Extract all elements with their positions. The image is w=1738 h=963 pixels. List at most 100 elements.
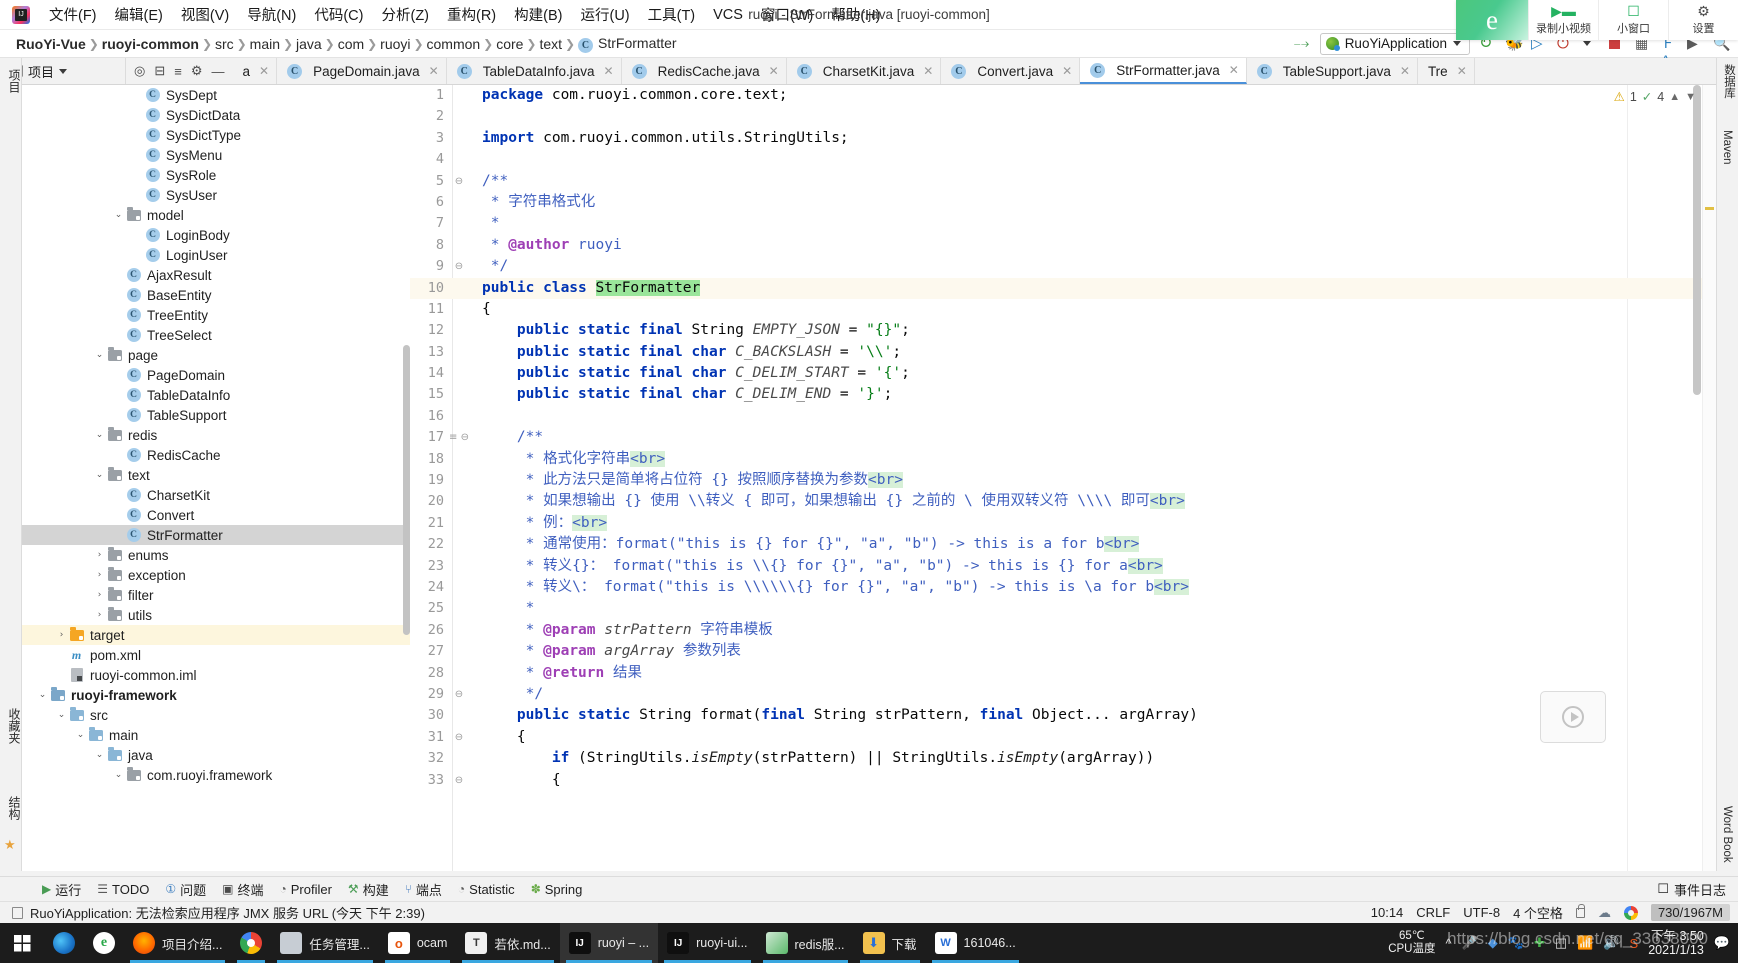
code-line-31[interactable]: 31 ⊖ { [410, 727, 1716, 748]
bottom-tool--[interactable]: ⚒ 构建 [340, 879, 397, 900]
tree-item-charsetkit[interactable]: ·C CharsetKit [22, 485, 410, 505]
battery-icon[interactable]: ◫ [1555, 935, 1567, 951]
chevron-down-icon[interactable]: ⌄ [93, 470, 106, 480]
line-number[interactable]: 11 [410, 299, 446, 320]
indent-setting[interactable]: 4 个空格 [1513, 903, 1563, 922]
tree-item-loginbody[interactable]: ·C LoginBody [22, 225, 410, 245]
bottom-tool-statistic[interactable]: ◔ Statistic [450, 881, 523, 898]
editor-tab-6[interactable]: C StrFormatter.java ✕ [1080, 58, 1247, 84]
locate-icon[interactable]: ◎ [134, 63, 145, 79]
code-line-32[interactable]: 32 if (StringUtils.isEmpty(strPattern) |… [410, 748, 1716, 769]
tree-item-strformatter[interactable]: ·C StrFormatter [22, 525, 410, 545]
tree-item-sysmenu[interactable]: ·C SysMenu [22, 145, 410, 165]
chevron-down-icon[interactable]: ⌄ [93, 350, 106, 360]
tree-item-loginuser[interactable]: ·C LoginUser [22, 245, 410, 265]
tree-item-exception[interactable]: › exception [22, 565, 410, 585]
bottom-tool--[interactable]: ① 问题 [157, 879, 214, 900]
breadcrumb-item-4[interactable]: java [294, 36, 324, 52]
editor-tab-3[interactable]: C RedisCache.java ✕ [621, 58, 787, 84]
favorites-star-icon[interactable]: ★ [4, 837, 16, 853]
code-editor[interactable]: 1 package com.ruoyi.common.core.text; 2 3 i… [410, 85, 1716, 871]
tree-item-sysdictdata[interactable]: ·C SysDictData [22, 105, 410, 125]
line-number[interactable]: 30 [410, 705, 446, 726]
taskbar-item-8[interactable]: IJ ruoyi-ui... [658, 923, 756, 963]
line-number[interactable]: 6 [410, 192, 446, 213]
line-number[interactable]: 33 [410, 770, 446, 791]
recorder-settings-button[interactable]: ⚙ 设置 [1668, 0, 1738, 40]
tree-scrollbar[interactable] [403, 345, 410, 635]
code-line-10[interactable]: 10 public class StrFormatter [410, 277, 1716, 299]
code-line-2[interactable]: 2 [410, 106, 1716, 127]
small-window-button[interactable]: ☐ 小窗口 [1598, 0, 1668, 40]
code-line-28[interactable]: 28 * @return 结果 [410, 663, 1716, 684]
bottom-tool-profiler[interactable]: ◔ Profiler [271, 881, 339, 898]
stripe-marker[interactable] [1705, 207, 1714, 210]
bottom-tool-spring[interactable]: ✽ Spring [523, 881, 591, 898]
caret-position[interactable]: 10:14 [1371, 905, 1404, 920]
chevron-right-icon[interactable]: › [55, 630, 68, 640]
chevron-right-icon[interactable]: › [93, 590, 106, 600]
line-number[interactable]: 22 [410, 534, 446, 555]
inspection-widget[interactable]: ⚠ 1 ✓ 4 ▲ ▼ [1614, 89, 1696, 105]
close-icon[interactable]: ✕ [923, 64, 933, 78]
close-icon[interactable]: ✕ [259, 64, 269, 78]
tool-tab-word-book[interactable]: Word Book [1721, 806, 1733, 863]
breadcrumb-item-2[interactable]: src [213, 36, 236, 52]
tree-item-target[interactable]: › target [22, 625, 410, 645]
tree-item-ruoyi-common-iml[interactable]: · ruoyi-common.iml [22, 665, 410, 685]
editor-tab-5[interactable]: C Convert.java ✕ [941, 58, 1081, 84]
tree-item-src[interactable]: ⌄ src [22, 705, 410, 725]
line-number[interactable]: 13 [410, 342, 446, 363]
code-line-6[interactable]: 6 * 字符串格式化 [410, 192, 1716, 213]
code-line-1[interactable]: 1 package com.ruoyi.common.core.text; [410, 85, 1716, 106]
google-icon[interactable] [1623, 905, 1638, 920]
line-number[interactable]: 9 [410, 256, 446, 277]
code-line-13[interactable]: 13 public static final char C_BACKSLASH … [410, 342, 1716, 363]
line-number[interactable]: 5 [410, 171, 446, 192]
code-line-20[interactable]: 20 * 如果想输出 {} 使用 \\转义 { 即可，如果想输出 {} 之前的 … [410, 491, 1716, 512]
line-number[interactable]: 32 [410, 748, 446, 769]
bottom-tool-todo[interactable]: ☰ TODO [89, 881, 157, 898]
line-number[interactable]: 24 [410, 577, 446, 598]
taskbar-clock[interactable]: 下午 3:50 2021/1/13 [1648, 929, 1704, 957]
start-button[interactable] [0, 923, 44, 963]
cpu-temperature-widget[interactable]: 65℃ CPU温度 [1388, 930, 1435, 956]
line-number[interactable]: 17 [410, 427, 446, 448]
notification-center-icon[interactable]: 💬 [1714, 935, 1730, 951]
taskbar-item-3[interactable] [231, 923, 271, 963]
tree-item-enums[interactable]: › enums [22, 545, 410, 565]
code-line-24[interactable]: 24 * 转义\： format("this is \\\\\\{} for {… [410, 577, 1716, 598]
taskbar-item-11[interactable]: W 161046... [926, 923, 1025, 963]
breadcrumb-current-class[interactable]: C StrFormatter [576, 35, 679, 53]
floating-video-widget[interactable] [1540, 691, 1606, 743]
tree-item-redis[interactable]: ⌄ redis [22, 425, 410, 445]
line-number[interactable]: 14 [410, 363, 446, 384]
menu-item-7[interactable]: 构建(B) [505, 1, 571, 28]
line-number[interactable]: 27 [410, 641, 446, 662]
tree-item-java[interactable]: ⌄ java [22, 745, 410, 765]
fold-gutter-icon[interactable]: ⊖ [446, 171, 472, 192]
code-line-17[interactable]: 17 ≡ ⊖ /** [410, 427, 1716, 448]
line-number[interactable]: 18 [410, 449, 446, 470]
hide-panel-icon[interactable]: — [212, 64, 225, 79]
close-icon[interactable]: ✕ [1400, 64, 1410, 78]
taskbar-item-4[interactable]: 任务管理... [271, 923, 378, 963]
line-number[interactable]: 8 [410, 235, 446, 256]
code-line-16[interactable]: 16 [410, 406, 1716, 427]
close-icon[interactable]: ✕ [1457, 64, 1467, 78]
settings-gear-icon[interactable]: ⚙ [191, 63, 203, 79]
editor-tab-7[interactable]: C TableSupport.java ✕ [1246, 58, 1418, 84]
chevron-right-icon[interactable]: › [93, 550, 106, 560]
code-line-7[interactable]: 7 * [410, 213, 1716, 234]
taskbar-item-10[interactable]: ⬇ 下载 [854, 923, 926, 963]
tree-item-ajaxresult[interactable]: ·C AjaxResult [22, 265, 410, 285]
chevron-down-icon[interactable]: ⌄ [36, 690, 49, 700]
line-number[interactable]: 25 [410, 598, 446, 619]
build-hammer-icon[interactable]: ⤍ [1294, 35, 1311, 52]
chevron-down-icon[interactable]: ⌄ [93, 750, 106, 760]
cloud-icon[interactable]: ☁ [1598, 905, 1611, 921]
tool-tab-favorites[interactable]: 收藏夹 [3, 701, 26, 751]
taskbar-item-2[interactable]: 项目介绍... [124, 923, 231, 963]
breadcrumb-item-6[interactable]: ruoyi [378, 36, 412, 52]
line-number[interactable]: 23 [410, 556, 446, 577]
